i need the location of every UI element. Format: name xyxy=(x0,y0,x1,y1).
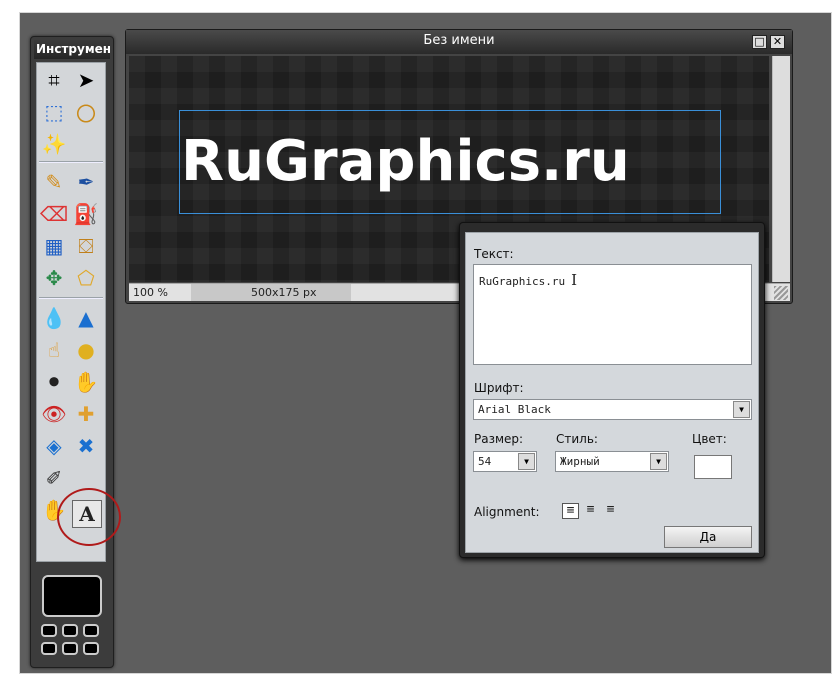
toolbox-panel: Инструмент ⌗ ➤ ⬚ 〇 ✨ ✎ ✒ ⌫ ⛽ ▦ ⛋ ✥ ⬠ 💧 ▲… xyxy=(30,36,114,668)
canvas-text-layer: RuGraphics.ru xyxy=(181,129,630,194)
tool-separator xyxy=(39,161,103,163)
palette-slot[interactable] xyxy=(41,624,57,637)
tool-grid: ⌗ ➤ ⬚ 〇 ✨ ✎ ✒ ⌫ ⛽ ▦ ⛋ ✥ ⬠ 💧 ▲ ☝ ● ⚫ ✋ 👁 … xyxy=(36,62,106,562)
dodge-icon[interactable]: ✋ xyxy=(71,367,101,397)
text-cursor-icon: I xyxy=(571,271,578,289)
sharpen-icon[interactable]: ▲ xyxy=(71,303,101,333)
color-replace-icon[interactable]: ✥ xyxy=(39,263,69,293)
palette-slot[interactable] xyxy=(41,642,57,655)
palette-slot[interactable] xyxy=(83,624,99,637)
primary-color-swatch[interactable] xyxy=(42,575,102,617)
size-select-value: 54 xyxy=(478,455,492,468)
gradient-icon[interactable]: ▦ xyxy=(39,231,69,261)
font-select-value: Arial Black xyxy=(478,403,551,416)
font-select[interactable]: Arial Black ▼ xyxy=(473,399,752,420)
chevron-down-icon[interactable]: ▼ xyxy=(733,401,750,418)
alignment-label: Alignment: xyxy=(474,505,540,519)
image-window-title: Без имени xyxy=(423,33,495,48)
chevron-down-icon[interactable]: ▼ xyxy=(518,453,535,470)
text-dialog: Текст: RuGraphics.ru I Шрифт: Arial Black… xyxy=(459,222,765,558)
paint-bucket-icon[interactable]: ⛽ xyxy=(71,199,101,229)
text-color-swatch[interactable] xyxy=(694,455,732,479)
image-size: 500x175 px xyxy=(191,284,351,301)
align-right-icon[interactable]: ≡ xyxy=(602,503,619,519)
tool-separator xyxy=(39,297,103,299)
image-window-titlebar[interactable]: Без имени □ ✕ xyxy=(126,30,792,54)
font-label: Шрифт: xyxy=(474,381,524,395)
crop-icon[interactable]: ⌗ xyxy=(39,65,69,95)
style-label: Стиль: xyxy=(556,432,598,446)
size-label: Размер: xyxy=(474,432,524,446)
highlight-circle xyxy=(57,488,121,546)
ok-button[interactable]: Да xyxy=(664,526,752,548)
brush-icon[interactable]: ✒ xyxy=(71,167,101,197)
close-button[interactable]: ✕ xyxy=(770,35,785,49)
blur-icon[interactable]: 💧 xyxy=(39,303,69,333)
red-eye-icon[interactable]: 👁 xyxy=(39,399,69,429)
spot-heal-icon[interactable]: ✚ xyxy=(71,399,101,429)
pencil-icon[interactable]: ✎ xyxy=(39,167,69,197)
lasso-icon[interactable]: 〇 xyxy=(71,97,101,127)
resize-grip[interactable] xyxy=(774,286,788,300)
color-label: Цвет: xyxy=(692,432,727,446)
toolbox-title: Инструмент xyxy=(34,40,110,59)
text-input-value: RuGraphics.ru xyxy=(479,275,566,288)
text-dialog-body: Текст: RuGraphics.ru I Шрифт: Arial Black… xyxy=(465,232,759,553)
pinch-icon[interactable]: ✖ xyxy=(71,431,101,461)
align-center-icon[interactable]: ≡ xyxy=(582,503,599,519)
stamp-icon[interactable]: ⛋ xyxy=(71,231,101,261)
smudge-icon[interactable]: ☝ xyxy=(39,335,69,365)
bloat-icon[interactable]: ◈ xyxy=(39,431,69,461)
move-icon[interactable]: ➤ xyxy=(71,65,101,95)
chevron-down-icon[interactable]: ▼ xyxy=(650,453,667,470)
align-left-icon[interactable]: ≡ xyxy=(562,503,579,519)
style-select[interactable]: Жирный ▼ xyxy=(555,451,669,472)
vertical-scrollbar[interactable] xyxy=(772,56,790,282)
palette-slot[interactable] xyxy=(83,642,99,655)
zoom-level[interactable]: 100 % xyxy=(133,286,189,299)
magic-wand-icon[interactable]: ✨ xyxy=(39,129,69,159)
sponge-icon[interactable]: ● xyxy=(71,335,101,365)
size-select[interactable]: 54 ▼ xyxy=(473,451,537,472)
restore-button[interactable]: □ xyxy=(752,35,767,49)
burn-icon[interactable]: ⚫ xyxy=(39,367,69,397)
text-label: Текст: xyxy=(474,247,514,261)
color-picker-icon[interactable]: ✐ xyxy=(39,463,69,493)
text-input[interactable]: RuGraphics.ru I xyxy=(473,264,752,365)
palette-slot[interactable] xyxy=(62,642,78,655)
style-select-value: Жирный xyxy=(560,455,600,468)
shape-icon[interactable]: ⬠ xyxy=(71,263,101,293)
marquee-icon[interactable]: ⬚ xyxy=(39,97,69,127)
palette-slot[interactable] xyxy=(62,624,78,637)
eraser-icon[interactable]: ⌫ xyxy=(39,199,69,229)
